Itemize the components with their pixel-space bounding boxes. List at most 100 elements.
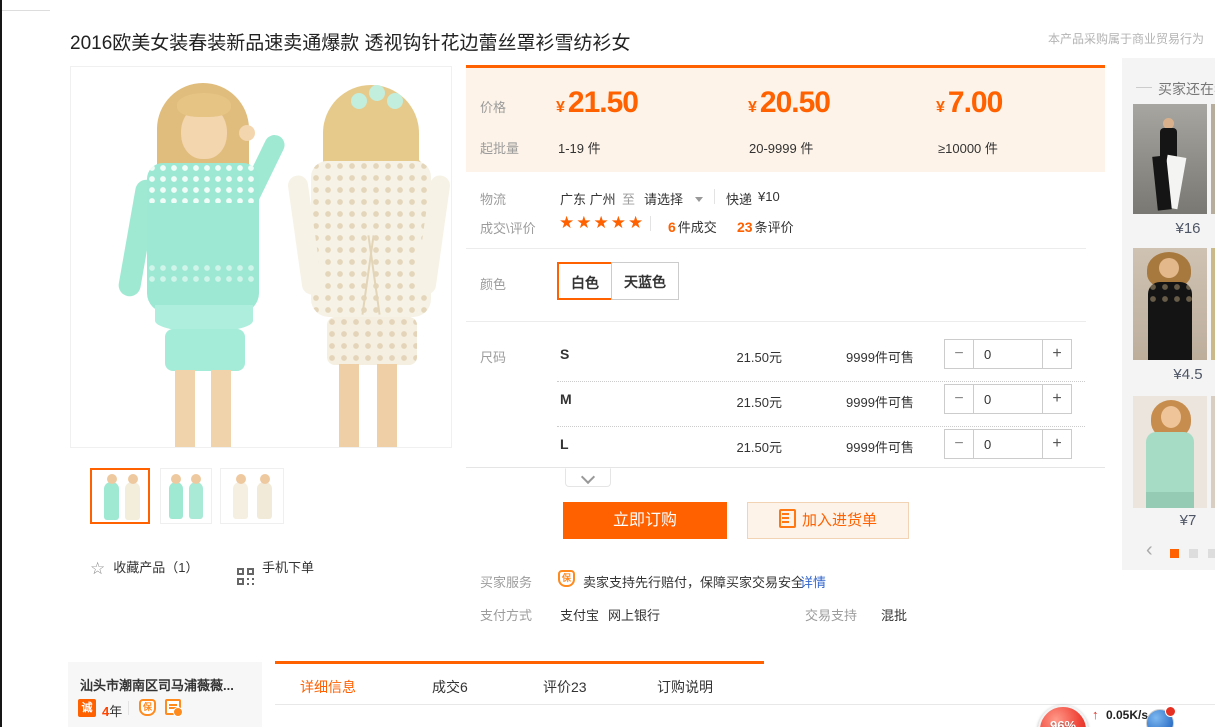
favorite-label: 收藏产品（1）: [113, 560, 198, 575]
network-speed-widget[interactable]: 96% ↑ 0.05K/s: [1036, 700, 1215, 727]
clipboard-icon: [779, 509, 796, 528]
qty-minus-button[interactable]: −: [944, 429, 974, 459]
add-to-cart-label: 加入进货单: [802, 512, 877, 529]
payment-bank: 网上银行: [608, 605, 660, 624]
thumb-art: [107, 474, 117, 484]
seller-years: 4年: [102, 701, 122, 720]
pager-dot[interactable]: [1189, 549, 1198, 558]
payment-alipay: 支付宝: [560, 605, 599, 624]
photo-shape: [165, 329, 245, 371]
product-page: 2016欧美女装春装新品速卖通爆款 透视钩针花边蕾丝罩衫雪纺衫女 本产品采购属于…: [0, 0, 1215, 727]
sidebar-item-peek: [1211, 396, 1215, 508]
also-viewed-item[interactable]: [1133, 248, 1207, 360]
thumb-art: [1148, 282, 1192, 304]
size-stock: 9999件可售: [846, 437, 914, 456]
sidebar-item-peek: [1211, 248, 1215, 360]
price-tier-2: ¥20.50: [748, 86, 830, 120]
tab-deals[interactable]: 成交6: [432, 677, 468, 697]
logistics-origin: 广东 广州: [560, 189, 616, 208]
size-price: 21.50元: [700, 437, 782, 456]
reviews-link[interactable]: 23条评价: [737, 217, 794, 237]
section-divider: [466, 248, 1086, 249]
deals-link[interactable]: 6件成交: [668, 217, 717, 237]
thumbnail[interactable]: [220, 468, 284, 524]
currency-symbol: ¥: [748, 99, 757, 116]
color-label: 颜色: [480, 274, 506, 293]
also-viewed-price: ¥16: [1150, 220, 1215, 237]
tab-detail-info[interactable]: 详细信息: [300, 677, 356, 697]
size-price: 21.50元: [700, 392, 782, 411]
rating-label: 成交\评价: [480, 218, 536, 237]
destination-value: 请选择: [644, 192, 683, 207]
tabbar-accent: [275, 661, 764, 664]
page-title: 2016欧美女装春装新品速卖通爆款 透视钩针花边蕾丝罩衫雪纺衫女: [70, 28, 631, 55]
thumb-art: [125, 482, 140, 520]
photo-shape: [239, 125, 255, 141]
photo-shape: [175, 370, 195, 447]
add-to-cart-button[interactable]: 加入进货单: [747, 502, 909, 539]
thumbnail-selected[interactable]: [90, 468, 150, 524]
service-detail-link[interactable]: 详情: [800, 572, 826, 591]
order-now-button[interactable]: 立即订购: [563, 502, 727, 539]
sidebar-item-peek: [1211, 104, 1215, 214]
protection-shield-icon: 保: [558, 570, 575, 587]
qty-plus-button[interactable]: +: [1042, 384, 1072, 414]
percent-value: 96%: [1050, 718, 1076, 727]
thumb-art: [236, 474, 246, 484]
tier-qty-2: 20-9999 件: [749, 138, 813, 157]
thumb-art: [169, 482, 183, 519]
size-name: M: [560, 391, 572, 407]
trade-support-value: 混批: [881, 605, 907, 624]
also-viewed-item[interactable]: [1133, 104, 1207, 214]
chevron-down-icon: [581, 470, 595, 484]
size-stock: 9999件可售: [846, 392, 914, 411]
thumbnail[interactable]: [160, 468, 212, 524]
size-name: S: [560, 346, 569, 362]
quantity-input[interactable]: [974, 429, 1042, 459]
years-unit: 年: [109, 704, 122, 719]
seller-shield-icon: 保: [139, 699, 156, 716]
color-option-skyblue[interactable]: 天蓝色: [611, 262, 679, 300]
favorite-product-link[interactable]: ☆收藏产品（1）: [90, 557, 198, 579]
price-tier-3: ¥7.00: [936, 86, 1002, 120]
photo-shape: [147, 163, 259, 203]
color-option-white[interactable]: 白色: [557, 262, 613, 300]
thumb-art: [171, 474, 181, 484]
buyer-service-label: 买家服务: [480, 572, 532, 591]
tier-price: 7.00: [948, 86, 1002, 119]
pager-dot[interactable]: [1208, 549, 1215, 558]
service-text: 卖家支持先行赔付，保障买家交易安全: [583, 572, 804, 591]
moq-label: 起批量: [480, 138, 519, 157]
qty-plus-button[interactable]: +: [1042, 339, 1072, 369]
up-arrow-icon: ↑: [1092, 707, 1099, 722]
thumb-art: [260, 474, 270, 484]
mobile-order-label: 手机下单: [262, 560, 314, 575]
mobile-order-link[interactable]: 手机下单: [237, 557, 314, 585]
star-rating-icons: ★★★★★: [559, 213, 645, 233]
destination-select[interactable]: 请选择: [644, 189, 703, 209]
product-photo[interactable]: [70, 66, 452, 448]
qty-minus-button[interactable]: −: [944, 384, 974, 414]
photo-shape: [327, 317, 417, 365]
size-label: 尺码: [480, 347, 506, 366]
expand-sizes-button[interactable]: [565, 468, 611, 487]
currency-symbol: ¥: [556, 99, 565, 116]
seller-name-link[interactable]: 汕头市潮南区司马浦薇薇...: [80, 675, 254, 694]
thumb-art: [1161, 406, 1181, 428]
pager-dot-active[interactable]: [1170, 549, 1179, 558]
divider: [714, 189, 715, 204]
quantity-input[interactable]: [974, 384, 1042, 414]
logistics-to: 至: [622, 189, 635, 208]
tab-order-notes[interactable]: 订购说明: [657, 677, 713, 697]
price-label: 价格: [480, 97, 506, 116]
also-viewed-item[interactable]: [1133, 396, 1207, 508]
qty-plus-button[interactable]: +: [1042, 429, 1072, 459]
pager-prev-button[interactable]: ‹: [1146, 540, 1153, 560]
section-divider: [466, 467, 1105, 468]
tab-reviews[interactable]: 评价23: [543, 677, 587, 697]
row-divider: [557, 381, 1085, 382]
speed-percent-badge: 96%: [1038, 705, 1088, 727]
qty-minus-button[interactable]: −: [944, 339, 974, 369]
size-price: 21.50元: [700, 347, 782, 366]
quantity-input[interactable]: [974, 339, 1042, 369]
